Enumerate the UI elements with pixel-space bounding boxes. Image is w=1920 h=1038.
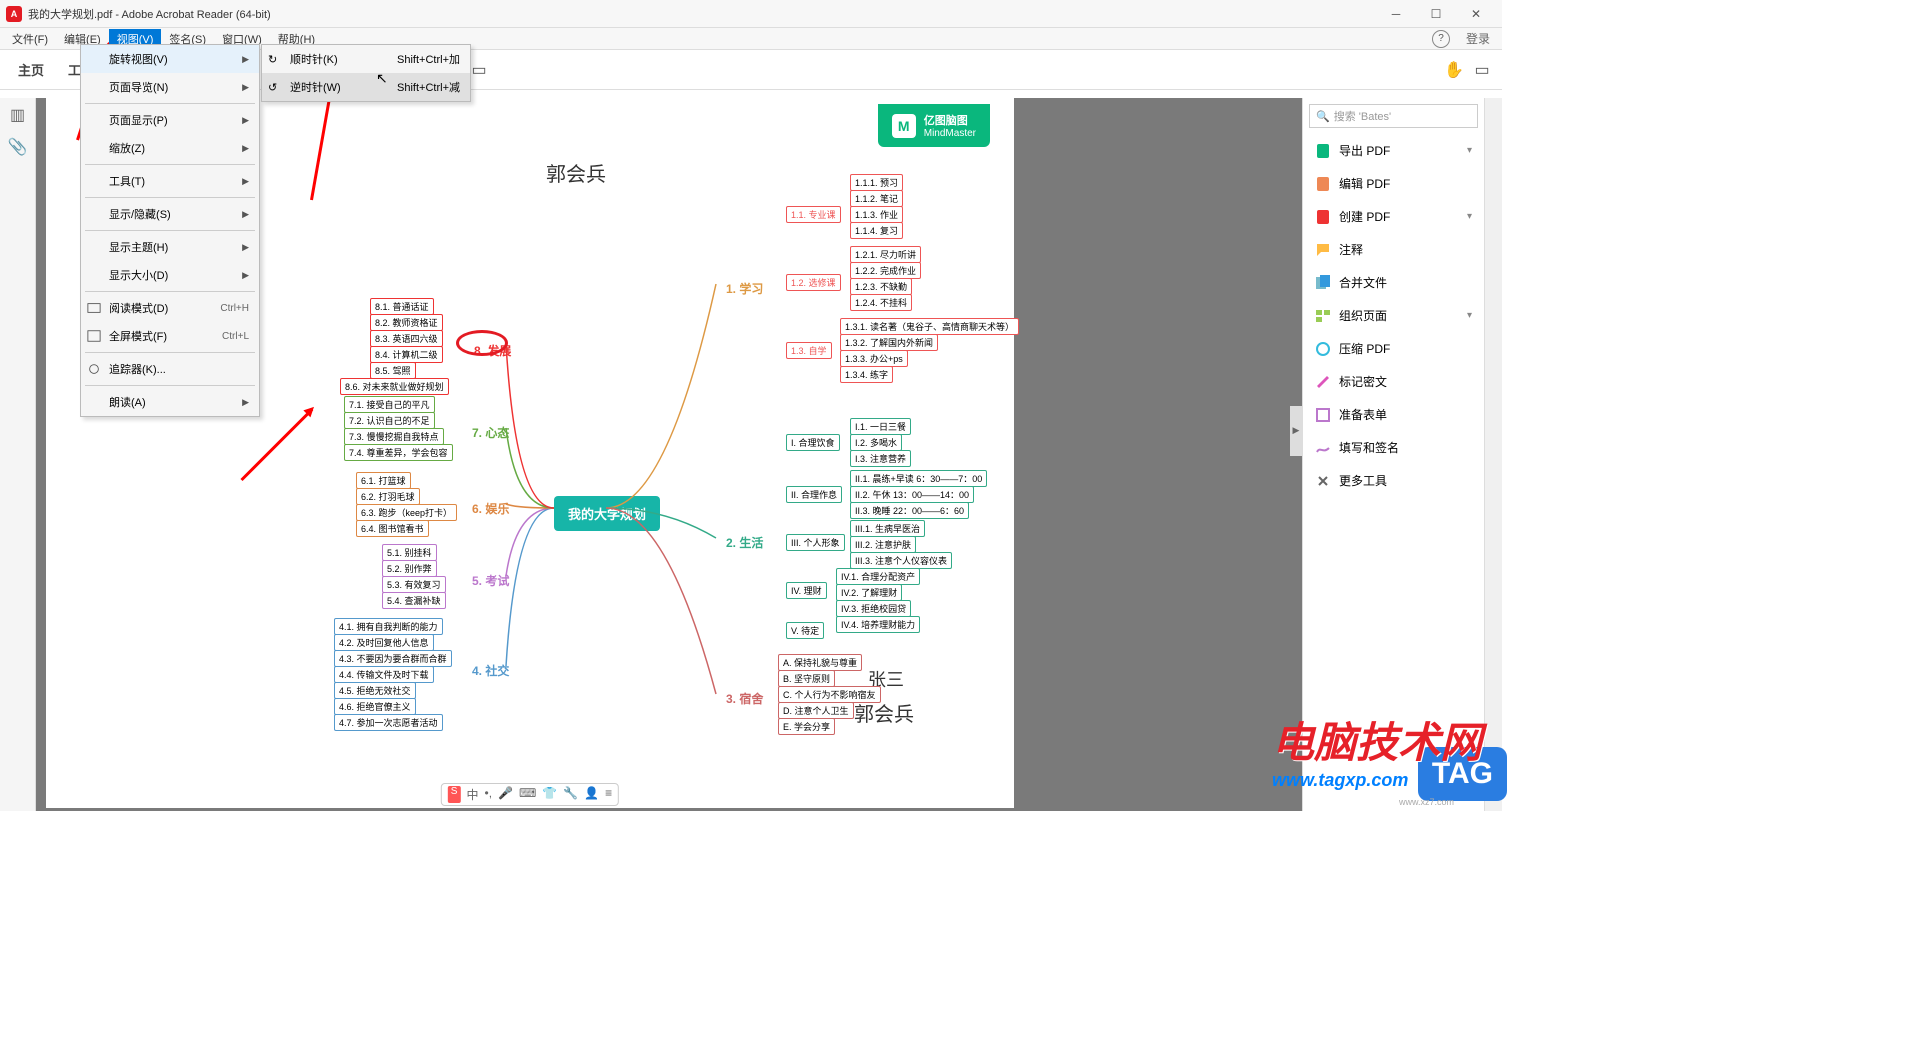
mindmaster-logo: M 亿图脑图MindMaster bbox=[878, 104, 990, 147]
organize-pages[interactable]: 组织页面▾ bbox=[1303, 299, 1484, 332]
menu-zoom[interactable]: 缩放(Z)▶ bbox=[81, 134, 259, 162]
app-icon: A bbox=[6, 6, 22, 22]
menu-file[interactable]: 文件(F) bbox=[4, 29, 56, 49]
ime-mic-icon[interactable]: 🎤 bbox=[498, 786, 513, 803]
more-tools[interactable]: 更多工具 bbox=[1303, 464, 1484, 497]
titlebar: A 我的大学规划.pdf - Adobe Acrobat Reader (64-… bbox=[0, 0, 1502, 28]
signature-top: 郭会兵 bbox=[546, 158, 606, 187]
ime-logo-icon: S bbox=[448, 786, 461, 803]
attachment-icon[interactable]: 📎 bbox=[7, 136, 29, 158]
rotate-ccw[interactable]: ↺逆时针(W)Shift+Ctrl+减 bbox=[262, 73, 470, 101]
export-pdf[interactable]: 导出 PDF▾ bbox=[1303, 134, 1484, 167]
rotate-submenu: ↻顺时针(K)Shift+Ctrl+加 ↺逆时针(W)Shift+Ctrl+减 bbox=[261, 44, 471, 102]
mindmaster-icon: M bbox=[892, 114, 916, 138]
tools-search[interactable]: 🔍搜索 'Bates' bbox=[1309, 104, 1478, 128]
menu-tools[interactable]: 工具(T)▶ bbox=[81, 167, 259, 195]
maximize-button[interactable]: ☐ bbox=[1416, 0, 1456, 28]
window-controls: ─ ☐ ✕ bbox=[1376, 0, 1496, 28]
edit-pdf[interactable]: 编辑 PDF bbox=[1303, 167, 1484, 200]
window-title: 我的大学规划.pdf - Adobe Acrobat Reader (64-bi… bbox=[28, 6, 1376, 22]
menu-size[interactable]: 显示大小(D)▶ bbox=[81, 261, 259, 289]
login-button[interactable]: 登录 bbox=[1458, 28, 1498, 49]
mindmap-center: 我的大学规划 bbox=[554, 496, 660, 531]
thumbnail-icon[interactable]: ▥ bbox=[7, 104, 29, 126]
ime-tool-icon[interactable]: 🔧 bbox=[563, 786, 578, 803]
node-ent: 6. 娱乐 bbox=[464, 496, 517, 521]
ime-toolbar[interactable]: S 中 •, 🎤 ⌨ 👕 🔧 👤 ≡ bbox=[441, 783, 619, 806]
rotate-cw[interactable]: ↻顺时针(K)Shift+Ctrl+加 bbox=[262, 45, 470, 73]
comment-pdf[interactable]: 注释 bbox=[1303, 233, 1484, 266]
prepare-form[interactable]: 准备表单 bbox=[1303, 398, 1484, 431]
compress-pdf[interactable]: 压缩 PDF bbox=[1303, 332, 1484, 365]
fill-sign[interactable]: 填写和签名 bbox=[1303, 431, 1484, 464]
annotation-circle bbox=[456, 330, 508, 356]
close-button[interactable]: ✕ bbox=[1456, 0, 1496, 28]
node-mind: 7. 心态 bbox=[464, 420, 517, 445]
ime-menu-icon[interactable]: ≡ bbox=[605, 786, 612, 803]
menu-fullscreen[interactable]: 全屏模式(F)Ctrl+L bbox=[81, 322, 259, 350]
cursor-icon: ↖ bbox=[376, 70, 388, 87]
create-pdf[interactable]: 创建 PDF▾ bbox=[1303, 200, 1484, 233]
search-icon: 🔍 bbox=[1316, 110, 1330, 123]
menu-show-hide[interactable]: 显示/隐藏(S)▶ bbox=[81, 200, 259, 228]
ime-user-icon[interactable]: 👤 bbox=[584, 786, 599, 803]
menu-reading-mode[interactable]: 阅读模式(D)Ctrl+H bbox=[81, 294, 259, 322]
node-life: 2. 生活 bbox=[718, 530, 771, 555]
panel-collapse[interactable]: ▶ bbox=[1290, 406, 1302, 456]
node-exam: 5. 考试 bbox=[464, 568, 517, 593]
redact[interactable]: 标记密文 bbox=[1303, 365, 1484, 398]
right-scrollbar[interactable] bbox=[1484, 98, 1502, 811]
node-dorm: 3. 宿舍 bbox=[718, 686, 771, 711]
ime-lang[interactable]: 中 bbox=[466, 786, 478, 803]
website-overlay: 电脑技术网 www.tagxp.com bbox=[1272, 709, 1482, 791]
ime-skin-icon[interactable]: 👕 bbox=[542, 786, 557, 803]
left-sidebar: ▥ 📎 bbox=[0, 98, 36, 811]
menu-page-nav[interactable]: 页面导览(N)▶ bbox=[81, 73, 259, 101]
tab-home[interactable]: 主页 bbox=[8, 56, 54, 83]
node-study: 1. 学习 bbox=[718, 276, 771, 301]
node-social: 4. 社交 bbox=[464, 658, 517, 683]
tools-panel: 🔍搜索 'Bates' 导出 PDF▾ 编辑 PDF 创建 PDF▾ 注释 合并… bbox=[1302, 98, 1484, 811]
ime-keyboard-icon[interactable]: ⌨ bbox=[519, 786, 536, 803]
minimize-button[interactable]: ─ bbox=[1376, 0, 1416, 28]
menu-read-aloud[interactable]: 朗读(A)▶ bbox=[81, 388, 259, 416]
select-tool-icon[interactable]: ▭ bbox=[1470, 58, 1494, 82]
ime-punct-icon[interactable]: •, bbox=[484, 786, 492, 803]
view-dropdown: 旋转视图(V)▶ 页面导览(N)▶ 页面显示(P)▶ 缩放(Z)▶ 工具(T)▶… bbox=[80, 44, 260, 417]
menu-rotate-view[interactable]: 旋转视图(V)▶ bbox=[81, 45, 259, 73]
menu-page-display[interactable]: 页面显示(P)▶ bbox=[81, 106, 259, 134]
help-icon[interactable]: ? bbox=[1432, 30, 1450, 48]
menu-tracker[interactable]: 追踪器(K)... bbox=[81, 355, 259, 383]
menu-theme[interactable]: 显示主题(H)▶ bbox=[81, 233, 259, 261]
merge-files[interactable]: 合并文件 bbox=[1303, 266, 1484, 299]
hand-tool-icon[interactable]: ✋ bbox=[1442, 58, 1466, 82]
watermark-text: www.xz7.com bbox=[1399, 797, 1454, 807]
